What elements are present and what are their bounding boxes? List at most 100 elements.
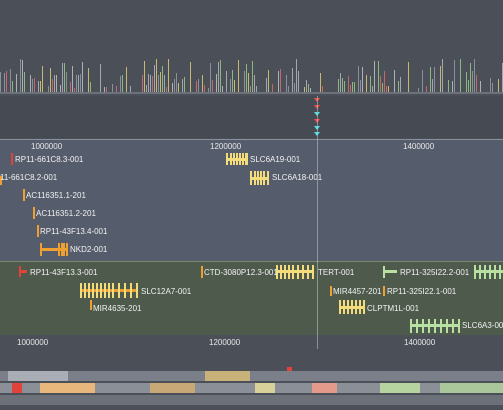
density-bar	[340, 73, 341, 92]
density-bar	[120, 76, 121, 92]
density-bar	[152, 76, 153, 92]
density-bar	[422, 70, 423, 92]
density-bar	[252, 61, 253, 92]
density-bar	[122, 75, 123, 92]
gene-mark[interactable]	[37, 225, 39, 237]
gene-label[interactable]: SLC6A3-001	[462, 321, 503, 330]
position-cursor-line[interactable]	[317, 96, 318, 349]
density-bar	[76, 75, 77, 92]
density-bar	[306, 80, 307, 92]
density-bar	[286, 75, 287, 92]
density-bar	[374, 61, 375, 92]
density-bar	[74, 88, 75, 92]
density-bar	[54, 75, 55, 92]
density-bar	[40, 81, 41, 92]
gene-label[interactable]: SLC6A18-001	[272, 173, 322, 182]
gene-label[interactable]: SLC6A19-001	[250, 155, 300, 164]
gene-label[interactable]: RP11-325I22.2-001	[400, 268, 469, 277]
density-bar	[454, 60, 455, 92]
gene-label[interactable]: RP11-661C8.3-001	[15, 155, 83, 164]
gene-label[interactable]: MIR4635-201	[93, 304, 141, 313]
density-bar	[182, 79, 183, 92]
density-bar	[0, 72, 1, 92]
density-bar	[154, 65, 155, 92]
density-bar	[434, 67, 435, 92]
density-bar	[246, 64, 247, 92]
upper-gene-panel[interactable]: 1000000 1200000 1400000 RP11-661C8.3-001…	[0, 139, 503, 262]
density-bar	[322, 86, 323, 92]
variant-markers	[314, 98, 320, 136]
density-bar	[158, 75, 159, 92]
density-bar	[448, 80, 449, 92]
gene-mark[interactable]	[19, 266, 21, 277]
gene-mark[interactable]	[250, 177, 269, 180]
density-bar	[378, 61, 379, 92]
density-bar	[146, 85, 147, 92]
density-bar	[62, 63, 63, 92]
gene-label[interactable]: 11-661C8.2-001	[0, 173, 57, 182]
density-bar	[184, 77, 185, 92]
overview-track[interactable]	[0, 349, 503, 405]
density-bar	[70, 82, 71, 92]
gene-label[interactable]: AC116351.2-201	[36, 209, 96, 218]
density-bar	[196, 81, 197, 92]
gene-mark[interactable]	[11, 153, 13, 165]
gene-label[interactable]: SLC12A7-001	[141, 287, 191, 296]
density-bar	[130, 86, 131, 92]
density-bar	[338, 79, 339, 92]
density-bar	[382, 83, 383, 92]
density-bar	[52, 79, 53, 92]
gene-label[interactable]: AC116351.1-201	[26, 191, 86, 200]
gene-label[interactable]: MIR4457-201	[333, 287, 381, 296]
density-bar	[256, 86, 257, 92]
density-bar	[166, 87, 167, 92]
density-bar	[344, 81, 345, 92]
lower-axis: 1000000 1200000 1400000	[0, 335, 503, 349]
gene-label[interactable]: NKD2-001	[70, 245, 107, 254]
density-bar	[202, 75, 203, 92]
density-bar	[452, 81, 453, 92]
density-bar	[248, 73, 249, 92]
density-bar	[4, 73, 5, 92]
density-bar	[22, 60, 23, 92]
overview-strips	[0, 367, 503, 405]
lower-axis-tick: 1000000	[17, 338, 49, 347]
density-bar	[308, 84, 309, 92]
lower-gene-panel[interactable]: RP11-43F13.3-001 CTD-3080P12.3-001 TERT-…	[0, 261, 503, 336]
density-bar	[370, 76, 371, 92]
density-bar	[164, 75, 165, 92]
gene-mark[interactable]	[23, 189, 25, 201]
density-bar	[358, 66, 359, 92]
density-bar	[426, 86, 427, 92]
density-bar	[372, 86, 373, 92]
density-bar	[278, 71, 279, 92]
gene-mark[interactable]	[33, 207, 35, 219]
density-bar	[268, 70, 269, 92]
density-bar	[80, 74, 81, 92]
density-bar	[30, 75, 31, 92]
gene-label[interactable]: RP11-43F13.3-001	[30, 268, 97, 277]
density-bar	[480, 81, 481, 92]
gene-label[interactable]: RP11-325I22.1-001	[387, 287, 456, 296]
gene-label[interactable]: CTD-3080P12.3-001	[204, 268, 278, 277]
lower-axis-tick: 1200000	[209, 338, 241, 347]
density-bar	[468, 80, 469, 92]
density-bar	[254, 75, 255, 92]
density-bar	[238, 60, 239, 92]
density-bar	[208, 88, 209, 92]
gene-mark[interactable]	[383, 266, 385, 278]
variant-track	[0, 96, 503, 138]
density-bar	[32, 79, 33, 92]
density-bar	[24, 72, 25, 92]
density-histogram	[0, 59, 503, 94]
gene-label[interactable]: CLPTM1L-001	[367, 304, 419, 313]
density-bar	[220, 60, 221, 92]
density-bar	[232, 70, 233, 92]
density-bar	[460, 59, 461, 92]
density-bar	[320, 73, 321, 92]
gene-label[interactable]: RP11-43F13.4-001	[40, 227, 107, 236]
density-bar	[90, 82, 91, 92]
gene-label[interactable]: TERT-001	[318, 268, 354, 277]
density-bar	[148, 74, 149, 92]
gene-mark[interactable]	[201, 266, 203, 278]
